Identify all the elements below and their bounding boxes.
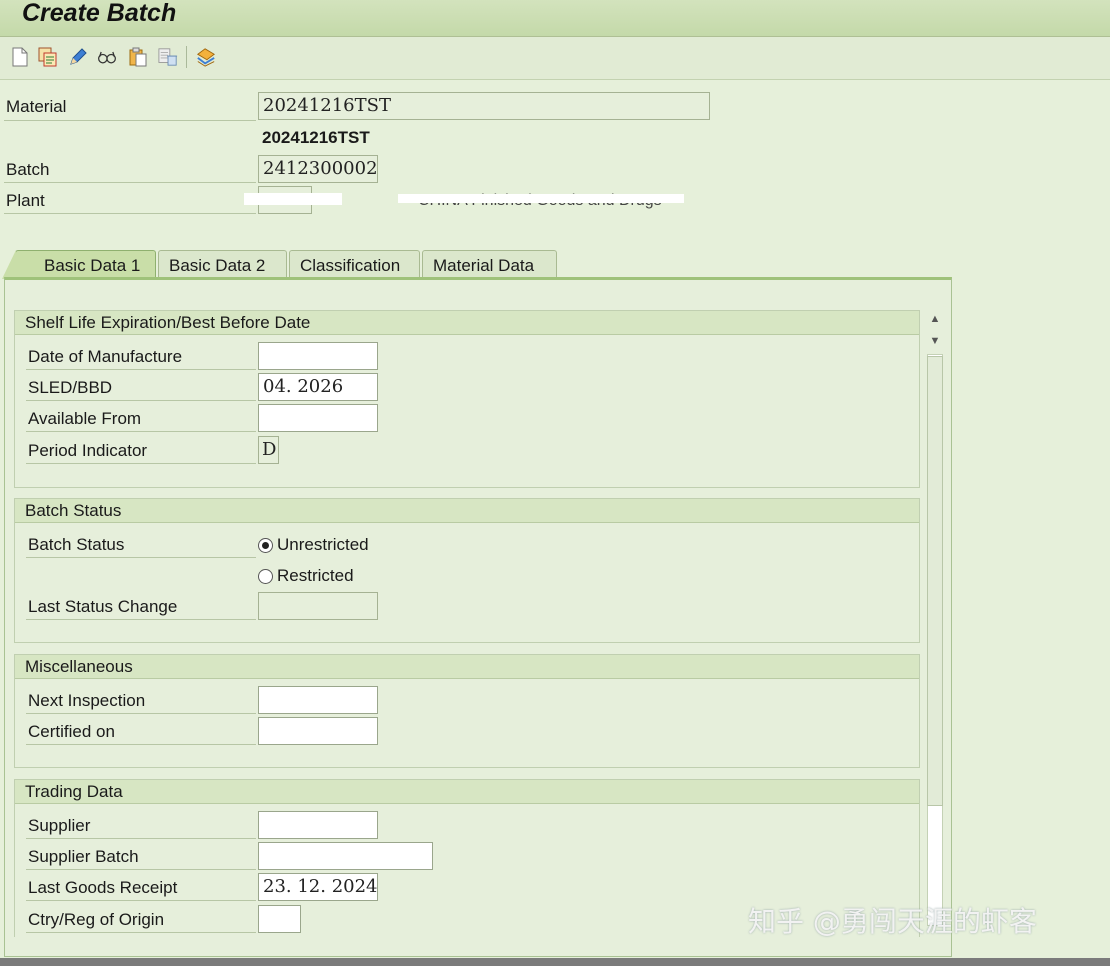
row-underline <box>26 619 256 620</box>
next-inspection-label: Next Inspection <box>28 691 145 711</box>
classification-icon[interactable] <box>196 46 216 68</box>
row-underline <box>26 900 256 901</box>
radio-unselected-icon[interactable] <box>258 569 273 584</box>
supplier-label: Supplier <box>28 816 90 836</box>
tab-basic-data-1[interactable]: Basic Data 1 <box>15 250 156 278</box>
row-underline <box>26 932 256 933</box>
period-indicator-field[interactable]: D <box>258 436 279 464</box>
radio-unrestricted[interactable]: Unrestricted <box>258 535 369 555</box>
material-underline <box>4 120 256 121</box>
supplier-batch-label: Supplier Batch <box>28 847 139 867</box>
batch-status-title: Batch Status <box>15 499 919 523</box>
supplier-input[interactable] <box>258 811 378 839</box>
certified-on-label: Certified on <box>28 722 115 742</box>
material-label: Material <box>6 97 66 117</box>
row-underline <box>26 838 256 839</box>
row-underline <box>26 369 256 370</box>
status-bar <box>0 958 1110 966</box>
date-of-manufacture-label: Date of Manufacture <box>28 347 182 367</box>
next-inspection-input[interactable] <box>258 686 378 714</box>
batch-status-label: Batch Status <box>28 535 124 555</box>
available-from-input[interactable] <box>258 404 378 432</box>
row-underline <box>26 400 256 401</box>
available-from-label: Available From <box>28 409 141 429</box>
last-goods-receipt-label: Last Goods Receipt <box>28 878 177 898</box>
trading-data-title: Trading Data <box>15 780 919 804</box>
scroll-down-icon[interactable]: ▼ <box>926 332 944 350</box>
tab-material-data[interactable]: Material Data <box>422 250 557 278</box>
tab-strip: Basic Data 1 Basic Data 2 Classification… <box>4 248 954 278</box>
sled-bbd-input[interactable]: 04. 2026 <box>258 373 378 401</box>
last-status-change-label: Last Status Change <box>28 597 177 617</box>
title-bar: Create Batch <box>0 0 1110 37</box>
delete-icon[interactable] <box>158 46 178 68</box>
watermark: 知乎 @勇闯天涯的虾客 <box>748 900 1037 940</box>
row-underline <box>26 463 256 464</box>
copy-icon[interactable] <box>38 46 58 68</box>
radio-unrestricted-label: Unrestricted <box>277 535 369 555</box>
sled-bbd-label: SLED/BBD <box>28 378 112 398</box>
paste-icon[interactable] <box>128 46 148 68</box>
certified-on-input[interactable] <box>258 717 378 745</box>
supplier-batch-input[interactable] <box>258 842 433 870</box>
period-indicator-label: Period Indicator <box>28 441 147 461</box>
country-of-origin-input[interactable] <box>258 905 301 933</box>
page-title: Create Batch <box>22 0 176 28</box>
scroll-up-icon[interactable]: ▲ <box>926 310 944 328</box>
plant-underline <box>4 213 256 214</box>
material-description: 20241216TST <box>262 128 370 148</box>
vertical-scrollbar[interactable]: ▲ ▼ <box>926 308 944 930</box>
redaction-plant-code <box>244 193 342 205</box>
display-icon[interactable] <box>97 46 117 68</box>
miscellaneous-title: Miscellaneous <box>15 655 919 679</box>
radio-restricted-label: Restricted <box>277 566 354 586</box>
material-field[interactable]: 20241216TST <box>258 92 710 120</box>
batch-field[interactable]: 2412300002 <box>258 155 378 183</box>
batch-label: Batch <box>6 160 49 180</box>
row-underline <box>26 869 256 870</box>
last-status-change-field[interactable] <box>258 592 378 620</box>
batch-underline <box>4 182 256 183</box>
application-toolbar <box>0 37 1110 80</box>
plant-label: Plant <box>6 191 45 211</box>
tab-basic-data-2[interactable]: Basic Data 2 <box>158 250 287 278</box>
row-underline <box>26 713 256 714</box>
row-underline <box>26 744 256 745</box>
scroll-thumb[interactable] <box>927 356 943 806</box>
last-goods-receipt-input[interactable]: 23. 12. 2024 <box>258 873 378 901</box>
tab-classification[interactable]: Classification <box>289 250 420 278</box>
row-underline <box>26 557 256 558</box>
country-of-origin-label: Ctry/Reg of Origin <box>28 910 164 930</box>
redaction-plant-desc <box>398 194 684 203</box>
new-document-icon[interactable] <box>10 46 30 68</box>
batch-status-group: Batch Status <box>14 498 920 643</box>
toolbar-separator <box>186 46 187 68</box>
radio-selected-icon[interactable] <box>258 538 273 553</box>
edit-icon[interactable] <box>68 46 88 68</box>
shelf-life-group: Shelf Life Expiration/Best Before Date <box>14 310 920 488</box>
miscellaneous-group: Miscellaneous <box>14 654 920 768</box>
shelf-life-title: Shelf Life Expiration/Best Before Date <box>15 311 919 335</box>
row-underline <box>26 431 256 432</box>
radio-restricted[interactable]: Restricted <box>258 566 354 586</box>
date-of-manufacture-input[interactable] <box>258 342 378 370</box>
